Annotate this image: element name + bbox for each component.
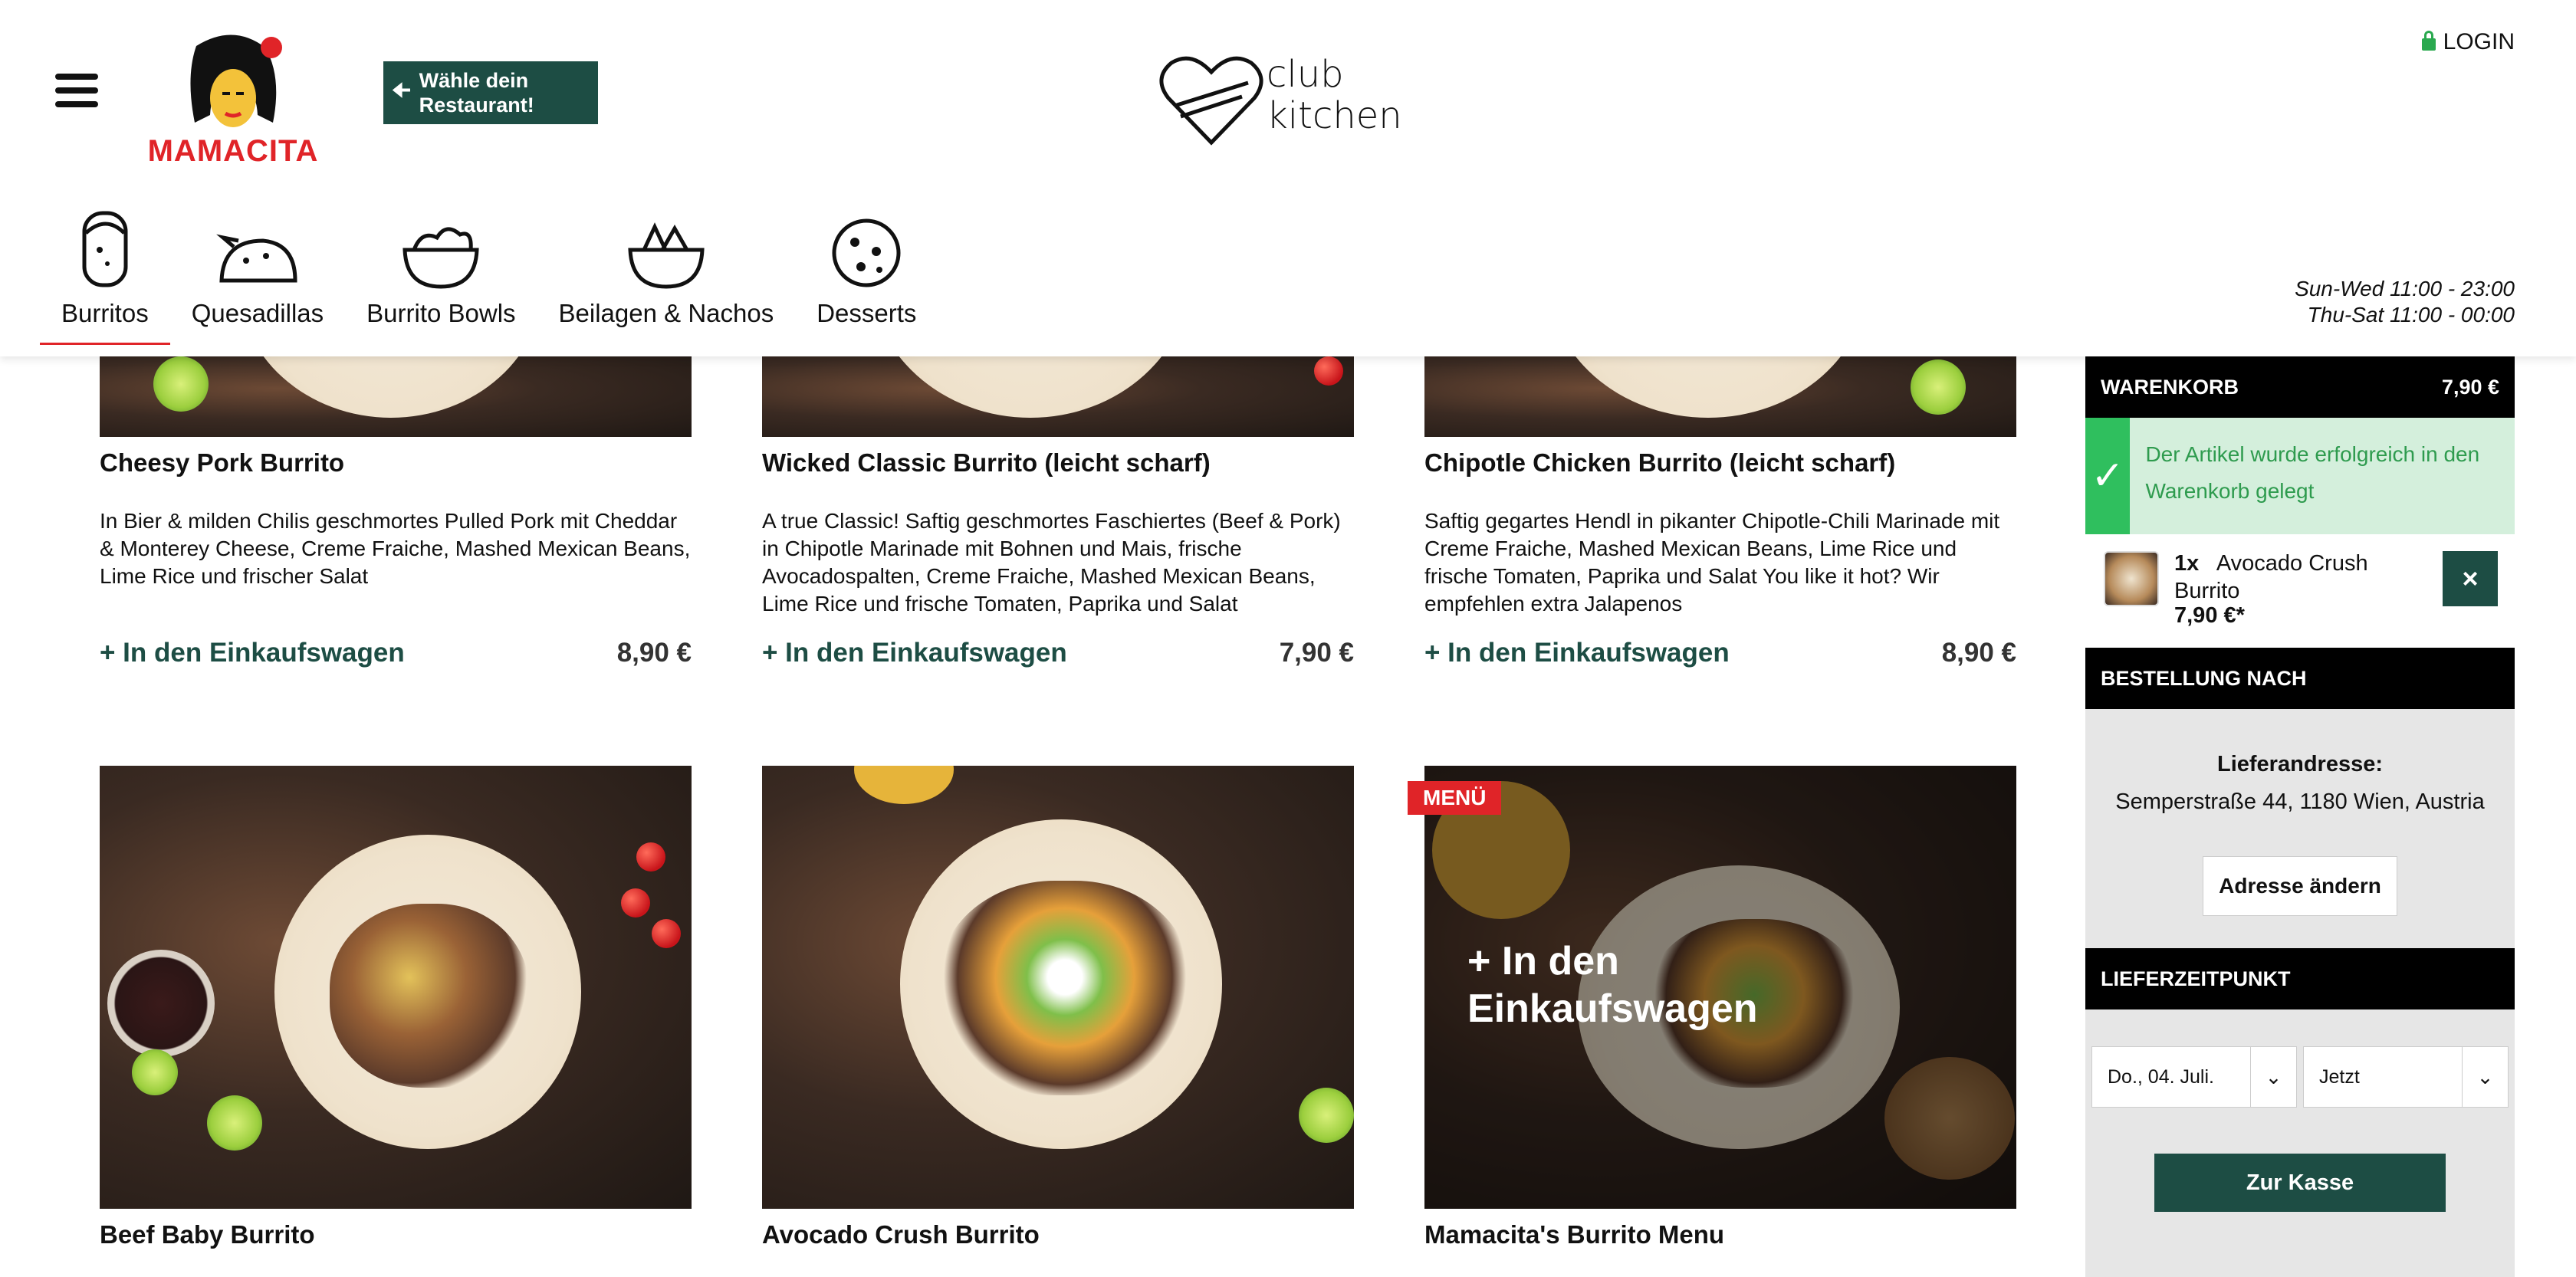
date-select[interactable]: Do., 04. Juli. ⌄: [2091, 1046, 2297, 1108]
chevron-down-icon: ⌄: [2462, 1047, 2508, 1107]
tab-quesadillas[interactable]: Quesadillas: [170, 207, 345, 328]
cart-item-qty: 1x: [2174, 551, 2200, 576]
cart-item-price: 7,90 €*: [2174, 603, 2245, 628]
mamacita-wordmark: MAMACITA: [147, 134, 319, 168]
cart-item-text: 1x Avocado Crush Burrito: [2174, 550, 2404, 605]
delivery-time-title: LIEFERZEITPUNKT: [2101, 967, 2291, 990]
add-to-cart-button[interactable]: + In den Einkaufswagen: [762, 638, 1067, 668]
product-image[interactable]: [100, 766, 692, 1209]
product-card: Beef Baby Burrito: [100, 766, 692, 1250]
remove-item-button[interactable]: ×: [2443, 551, 2498, 606]
mamacita-face-icon: [190, 34, 282, 127]
tab-burritos[interactable]: Burritos: [40, 207, 170, 345]
product-price: 8,90 €: [1941, 638, 2016, 668]
product-card: Cheesy Pork Burrito In Bier & milden Chi…: [100, 356, 692, 668]
product-price: 7,90 €: [1279, 638, 1354, 668]
cart-item-thumbnail: [2104, 551, 2159, 606]
tab-label: Burrito Bowls: [366, 299, 516, 327]
site-header: MAMACITA 🠈 Wähle dein Restaurant! club k…: [0, 0, 2576, 356]
product-title: Wicked Classic Burrito (leicht scharf): [762, 448, 1211, 477]
product-card: Avocado Crush Burrito: [762, 766, 1354, 1250]
tab-label: Quesadillas: [191, 299, 324, 327]
add-to-cart-button[interactable]: + In den Einkaufswagen: [100, 638, 405, 668]
product-title: Beef Baby Burrito: [100, 1220, 315, 1249]
product-image[interactable]: [762, 356, 1354, 437]
category-tabs: Burritos Quesadillas Burrito Bowls Beila…: [40, 207, 938, 345]
choose-restaurant-label: Wähle dein Restaurant!: [419, 69, 534, 117]
club-kitchen-logo[interactable]: club kitchen: [1158, 52, 1403, 152]
product-image[interactable]: [100, 356, 692, 437]
time-select[interactable]: Jetzt ⌄: [2303, 1046, 2509, 1108]
chevron-down-icon: ⌄: [2250, 1047, 2296, 1107]
date-select-value: Do., 04. Juli.: [2108, 1065, 2214, 1088]
product-description: In Bier & milden Chilis geschmortes Pull…: [100, 509, 691, 588]
product-image[interactable]: [1424, 356, 2016, 437]
product-description: A true Classic! Saftig geschmortes Fasch…: [762, 509, 1341, 616]
heart-fork-icon: [1159, 56, 1263, 146]
product-title: Mamacita's Burrito Menu: [1424, 1220, 1725, 1249]
menu-badge: MENÜ: [1408, 781, 1502, 815]
product-title: Cheesy Pork Burrito: [100, 448, 345, 477]
tab-label: Burritos: [61, 299, 149, 327]
arrow-left-icon: 🠈: [391, 78, 412, 102]
product-description: Saftig gegartes Hendl in pikanter Chipot…: [1424, 509, 2000, 616]
tab-label: Desserts: [816, 299, 917, 327]
success-text: Der Artikel wurde erfolgreich in den War…: [2145, 442, 2480, 503]
tab-label: Beilagen & Nachos: [558, 299, 774, 327]
cart-item-name: Avocado Crush Burrito: [2174, 551, 2368, 603]
address-value: Semperstraße 44, 1180 Wien, Austria: [2115, 790, 2485, 814]
club-word: club: [1267, 53, 1344, 96]
product-card: Wicked Classic Burrito (leicht scharf) A…: [762, 356, 1354, 668]
login-link[interactable]: LOGIN: [2421, 29, 2515, 55]
tab-burrito-bowls[interactable]: Burrito Bowls: [345, 207, 537, 328]
login-label: LOGIN: [2443, 29, 2515, 54]
burrito-icon: [82, 211, 128, 287]
bowl-icon: [402, 227, 479, 289]
kitchen-word: kitchen: [1267, 94, 1402, 137]
tab-beilagen-nachos[interactable]: Beilagen & Nachos: [537, 207, 796, 328]
time-select-value: Jetzt: [2319, 1065, 2360, 1088]
hours-line: Sun-Wed 11:00 - 23:00: [2295, 277, 2515, 300]
product-card: Chipotle Chicken Burrito (leicht scharf)…: [1424, 356, 2016, 668]
check-icon: ✓: [2085, 418, 2131, 534]
choose-restaurant-button[interactable]: 🠈 Wähle dein Restaurant!: [383, 61, 598, 124]
product-title: Chipotle Chicken Burrito (leicht scharf): [1424, 448, 1896, 477]
add-to-cart-button[interactable]: + In den Einkaufswagen: [1424, 638, 1730, 668]
delivery-address: Lieferandresse: Semperstraße 44, 1180 Wi…: [2085, 709, 2515, 948]
cart-title: WARENKORB: [2101, 375, 2239, 399]
cart-header: WARENKORB 7,90 €: [2085, 356, 2515, 418]
opening-hours: Sun-Wed 11:00 - 23:00 Thu-Sat 11:00 - 00…: [2295, 276, 2515, 328]
product-image[interactable]: + In den Einkaufswagen: [1424, 766, 2016, 1209]
product-price: 8,90 €: [616, 638, 692, 668]
delivery-time-selects: Do., 04. Juli. ⌄ Jetzt ⌄: [2085, 1009, 2515, 1154]
menu-icon[interactable]: [55, 74, 98, 107]
cart-sidebar: WARENKORB 7,90 € ✓ Der Artikel wurde erf…: [2085, 356, 2515, 1277]
lock-icon: [2421, 31, 2436, 51]
cookie-icon: [832, 218, 901, 287]
tab-desserts[interactable]: Desserts: [795, 207, 938, 328]
product-title: Avocado Crush Burrito: [762, 1220, 1040, 1249]
product-card: MENÜ + In den Einkaufswagen Mamacita's B…: [1408, 766, 2016, 1250]
order-title: BESTELLUNG NACH: [2101, 666, 2307, 690]
change-address-button[interactable]: Adresse ändern: [2203, 856, 2397, 916]
delivery-time-header: LIEFERZEITPUNKT: [2085, 948, 2515, 1009]
hours-line: Thu-Sat 11:00 - 00:00: [2307, 303, 2515, 327]
success-message: ✓ Der Artikel wurde erfolgreich in den W…: [2085, 418, 2515, 534]
quesadilla-icon: [216, 234, 297, 283]
order-header: BESTELLUNG NACH: [2085, 648, 2515, 709]
mamacita-logo[interactable]: MAMACITA: [143, 31, 324, 169]
cart-total: 7,90 €: [2441, 375, 2499, 399]
address-label: Lieferandresse:: [2217, 752, 2383, 776]
club-kitchen-wordmark: club kitchen: [1267, 54, 1402, 136]
checkout-button[interactable]: Zur Kasse: [2154, 1154, 2446, 1212]
overlay-add-to-cart-button[interactable]: + In den Einkaufswagen: [1467, 937, 1805, 1032]
cart-item: 1x Avocado Crush Burrito 7,90 €* ×: [2085, 534, 2515, 648]
nachos-icon: [628, 222, 705, 289]
product-image[interactable]: [762, 766, 1354, 1209]
